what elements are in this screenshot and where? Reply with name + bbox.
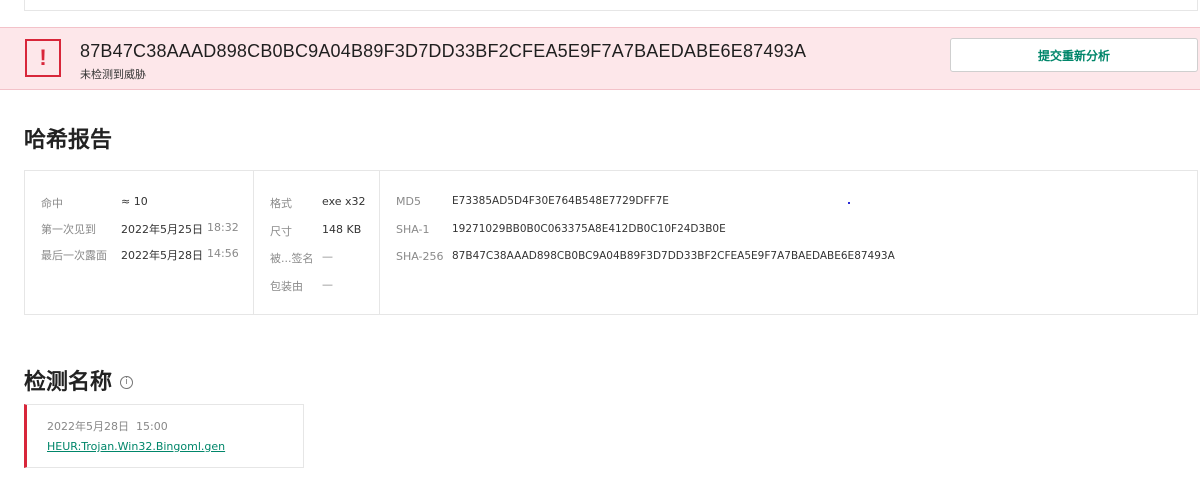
size-value: 148 KB [322, 223, 362, 236]
last-seen-label: 最后一次露面 [41, 249, 107, 262]
sha256-label: SHA-256 [396, 250, 444, 263]
packed-by-label: 包装由 [270, 280, 303, 293]
file-hash-title: 87B47C38AAAD898CB0BC9A04B89F3D7DD33BF2CF… [80, 41, 807, 61]
stray-dot [848, 202, 850, 204]
alert-icon-glyph: ! [39, 45, 47, 70]
format-value: exe x32 [322, 195, 366, 208]
detection-names-heading: 检测名称 i [24, 364, 134, 396]
format-label: 格式 [270, 197, 292, 210]
detection-time: 15:00 [136, 420, 168, 433]
first-seen-label: 第一次见到 [41, 223, 96, 236]
last-seen-time: 14:56 [207, 247, 239, 260]
packed-by-value: — [322, 278, 333, 291]
hash-report-card: 命中 ≈ 10 第一次见到 2022年5月25日 18:32 最后一次露面 20… [24, 170, 1198, 315]
threat-alert-banner: ! 87B47C38AAAD898CB0BC9A04B89F3D7DD33BF2… [0, 27, 1200, 90]
previous-card-edge [24, 0, 1198, 11]
threat-status-text: 未检测到威胁 [80, 68, 146, 81]
info-icon[interactable]: i [120, 375, 134, 389]
detection-name-link[interactable]: HEUR:Trojan.Win32.Bingoml.gen [47, 440, 225, 453]
md5-label: MD5 [396, 195, 421, 208]
signed-by-label: 被...签名 [270, 252, 314, 265]
signed-by-value: — [322, 250, 333, 263]
last-seen-date: 2022年5月28日 [121, 249, 203, 262]
detection-title-text: 检测名称 [24, 370, 113, 395]
size-label: 尺寸 [270, 225, 292, 238]
resubmit-analysis-button[interactable]: 提交重新分析 [950, 38, 1198, 72]
column-divider [253, 171, 254, 314]
detection-card: 2022年5月28日 15:00 HEUR:Trojan.Win32.Bingo… [24, 404, 304, 468]
alert-icon: ! [25, 39, 61, 77]
detection-date: 2022年5月28日 [47, 420, 129, 433]
sha1-label: SHA-1 [396, 223, 430, 236]
hash-report-heading: 哈希报告 [24, 128, 113, 153]
sha256-value: 87B47C38AAAD898CB0BC9A04B89F3D7DD33BF2CF… [452, 250, 895, 262]
md5-value: E73385AD5D4F30E764B548E7729DFF7E [452, 195, 669, 207]
column-divider [379, 171, 380, 314]
hits-value: ≈ 10 [121, 195, 148, 208]
sha1-value: 19271029BB0B0C063375A8E412DB0C10F24D3B0E [452, 223, 726, 235]
first-seen-date: 2022年5月25日 [121, 223, 203, 236]
first-seen-time: 18:32 [207, 221, 239, 234]
detection-timestamp: 2022年5月28日 15:00 [47, 418, 168, 434]
hits-label: 命中 [41, 197, 63, 210]
